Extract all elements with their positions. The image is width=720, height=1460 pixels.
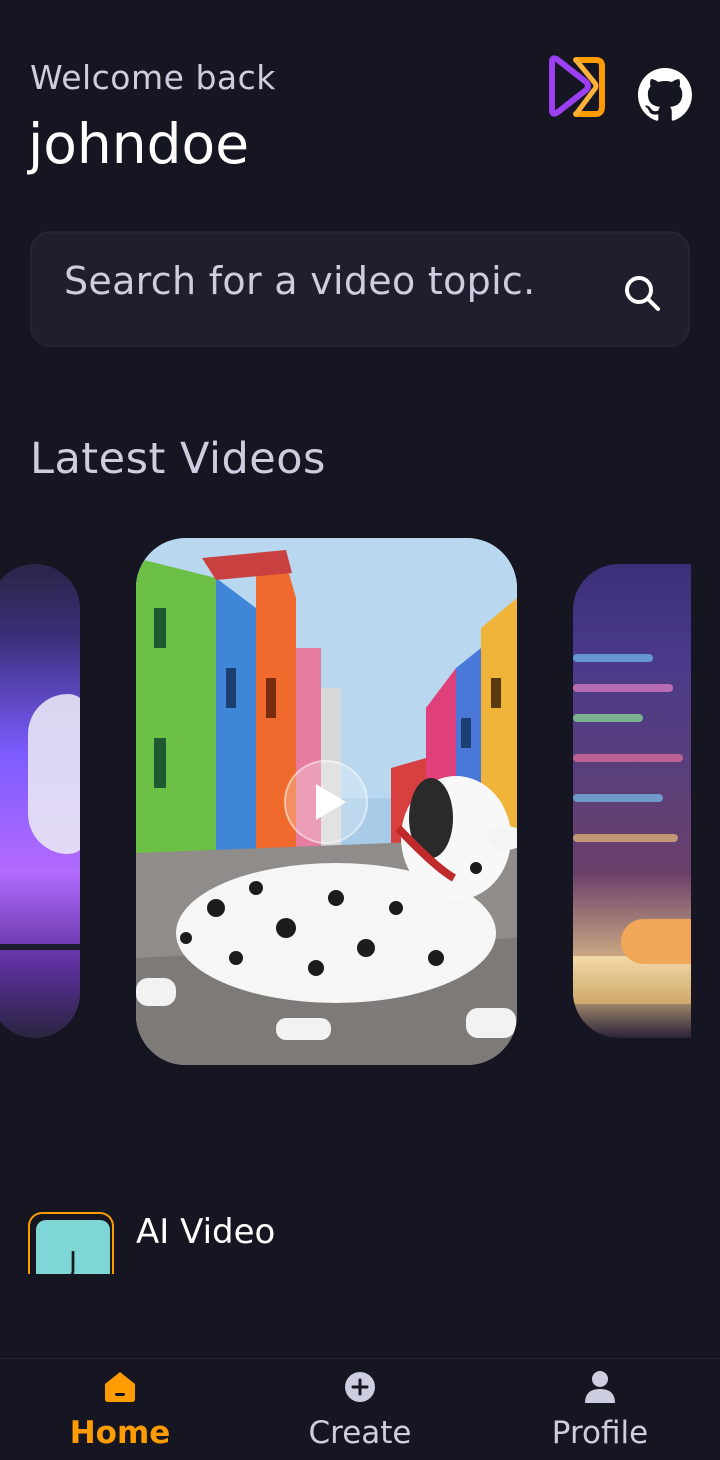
latest-videos-title: Latest Videos bbox=[30, 434, 326, 484]
code-line bbox=[573, 754, 683, 762]
tab-home-label: Home bbox=[69, 1415, 171, 1451]
tab-create[interactable]: Create bbox=[240, 1359, 480, 1460]
code-line bbox=[573, 794, 663, 802]
play-button[interactable] bbox=[284, 760, 368, 844]
app-logo-icon bbox=[549, 55, 605, 117]
code-line bbox=[573, 654, 653, 662]
search-icon[interactable] bbox=[622, 273, 662, 313]
tab-profile-label: Profile bbox=[551, 1415, 649, 1451]
ai-robot-video-thumbnail[interactable] bbox=[0, 564, 80, 1038]
hand bbox=[621, 919, 691, 964]
coding-keyboard-video-thumbnail[interactable] bbox=[573, 564, 691, 1038]
search-input[interactable]: Search for a video topic. bbox=[30, 231, 690, 347]
code-line bbox=[573, 834, 678, 842]
tab-create-label: Create bbox=[308, 1415, 412, 1451]
github-icon[interactable] bbox=[638, 68, 692, 122]
thumbnail-divider bbox=[0, 944, 80, 950]
avatar-frame: J bbox=[28, 1212, 114, 1274]
header-username: johndoe bbox=[28, 112, 250, 176]
header-welcome: Welcome back bbox=[30, 58, 276, 97]
dalmatian-dog-video-thumbnail[interactable] bbox=[136, 538, 517, 1065]
home-icon bbox=[105, 1372, 135, 1402]
code-line bbox=[573, 684, 673, 692]
avatar: J bbox=[36, 1220, 110, 1274]
code-line bbox=[573, 714, 643, 722]
plus-circle-icon bbox=[345, 1372, 375, 1402]
tab-profile[interactable]: Profile bbox=[480, 1359, 720, 1460]
profile-icon bbox=[585, 1371, 615, 1403]
play-icon bbox=[316, 784, 346, 820]
search-placeholder: Search for a video topic. bbox=[64, 259, 536, 303]
robot-figure bbox=[28, 694, 80, 854]
bottom-tab-bar: Home Create Profile bbox=[0, 1358, 720, 1460]
video-title: AI Video bbox=[136, 1212, 276, 1252]
tab-home[interactable]: Home bbox=[0, 1359, 240, 1460]
